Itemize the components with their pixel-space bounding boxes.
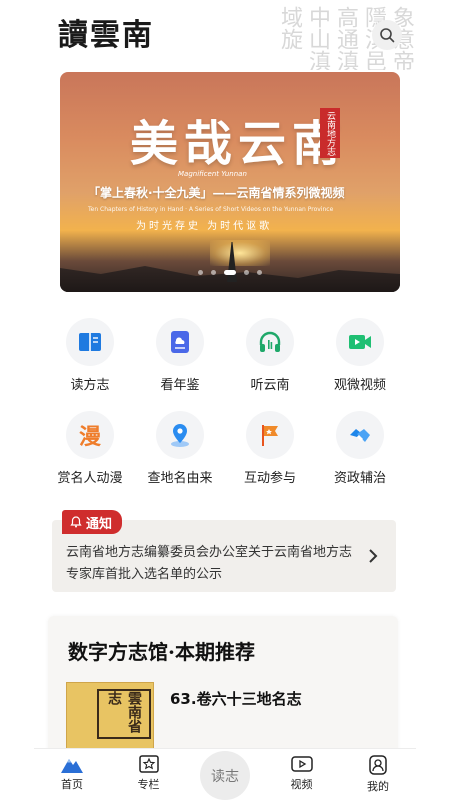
tab-label: 专栏	[137, 778, 160, 791]
notice-tag: 通知	[62, 510, 123, 534]
app-logo: 讀雲南	[58, 18, 154, 53]
feature-micro-video[interactable]: 观微视频	[315, 318, 405, 393]
tab-profile[interactable]: 我的	[340, 749, 416, 800]
carousel-dot-active[interactable]	[224, 270, 236, 275]
banner-seal: 云南地方志	[320, 108, 340, 158]
video-icon	[349, 335, 371, 349]
yearbook-icon	[171, 331, 189, 353]
book-cover-text: 雲南省志	[97, 689, 151, 739]
tab-video[interactable]: 视频	[264, 749, 340, 800]
book-icon	[79, 333, 101, 351]
book-cover[interactable]: 雲南省志	[66, 682, 154, 751]
tab-home[interactable]: 首页	[34, 749, 110, 800]
feature-label: 互动参与	[243, 471, 296, 486]
feature-comics[interactable]: 漫 赏名人动漫	[45, 411, 135, 486]
banner-subtitle: 「掌上春秋·十全九美」——云南省情系列微视频	[88, 186, 345, 200]
banner-title: 美哉云南	[130, 116, 347, 172]
banner-slogan: 为时光存史 为时代讴歌	[136, 221, 273, 232]
hero-banner[interactable]: 美哉云南 云南地方志 Magnificent Yunnan 「掌上春秋·十全九美…	[60, 72, 400, 292]
carousel-dot[interactable]	[257, 270, 262, 275]
column-icon	[138, 755, 159, 773]
recommend-item-title[interactable]: 63.卷六十三地名志	[170, 688, 302, 709]
app-header: 象意帝定隱滇邑范高通滇戰中山滇迷域旋 讀雲南	[0, 0, 450, 70]
feature-label: 赏名人动漫	[57, 471, 123, 486]
tab-label: 视频	[290, 778, 313, 791]
feature-place-names[interactable]: 查地名由来	[135, 411, 225, 486]
comic-icon: 漫	[78, 425, 101, 450]
feature-row: 读方志 看年鉴 听云南 观微视频	[45, 318, 405, 393]
feature-label: 读方志	[70, 378, 110, 393]
bell-icon	[70, 516, 82, 528]
location-icon	[171, 424, 189, 447]
carousel-dot[interactable]	[211, 270, 216, 275]
notice-tag-label: 通知	[86, 516, 113, 532]
recommend-card: 数字方志馆·本期推荐 雲南省志 63.卷六十三地名志	[48, 616, 398, 751]
banner-english-title: Magnificent Yunnan	[178, 170, 247, 178]
flag-icon	[262, 425, 278, 446]
home-icon	[61, 759, 83, 773]
video-tab-icon	[290, 756, 313, 772]
carousel-dots	[60, 270, 400, 275]
feature-listen[interactable]: 听云南	[225, 318, 315, 393]
feature-label: 观微视频	[333, 378, 386, 393]
recommend-title: 数字方志馆·本期推荐	[68, 640, 255, 664]
tab-read[interactable]: 读志	[187, 749, 263, 800]
chevron-right-icon	[369, 549, 378, 563]
carousel-dot[interactable]	[198, 270, 203, 275]
tab-label: 我的	[367, 780, 389, 793]
banner-english-subtitle: Ten Chapters of History in Hand · A Seri…	[88, 206, 334, 213]
feature-row: 漫 赏名人动漫 查地名由来 互动参与 资政辅治	[45, 411, 405, 486]
feature-read-gazetteer[interactable]: 读方志	[45, 318, 135, 393]
handshake-icon	[350, 429, 370, 442]
headphones-icon	[259, 331, 281, 352]
search-icon	[380, 28, 395, 43]
tab-label: 首页	[61, 778, 83, 791]
feature-governance[interactable]: 资政辅治	[315, 411, 405, 486]
feature-yearbook[interactable]: 看年鉴	[135, 318, 225, 393]
feature-grid: 读方志 看年鉴 听云南 观微视频 漫 赏名人动漫 查地名由来 互动参与 资政辅治	[45, 318, 405, 504]
feature-label: 资政辅治	[333, 471, 386, 486]
notice-card[interactable]: 通知 云南省地方志编纂委员会办公室关于云南省地方志专家库首批入选名单的公示	[52, 510, 396, 592]
bottom-tab-bar: 首页 专栏 读志 视频 我的	[34, 748, 416, 800]
banner-sun	[210, 240, 270, 266]
tab-column[interactable]: 专栏	[111, 749, 187, 800]
feature-label: 查地名由来	[147, 471, 213, 486]
profile-icon	[369, 755, 387, 775]
read-center-icon: 读志	[200, 751, 250, 800]
search-button[interactable]	[372, 20, 402, 50]
feature-label: 看年鉴	[160, 378, 200, 393]
notice-text: 云南省地方志编纂委员会办公室关于云南省地方志专家库首批入选名单的公示	[66, 545, 353, 582]
feature-label: 听云南	[250, 378, 290, 393]
carousel-dot[interactable]	[244, 270, 249, 275]
feature-interact[interactable]: 互动参与	[225, 411, 315, 486]
